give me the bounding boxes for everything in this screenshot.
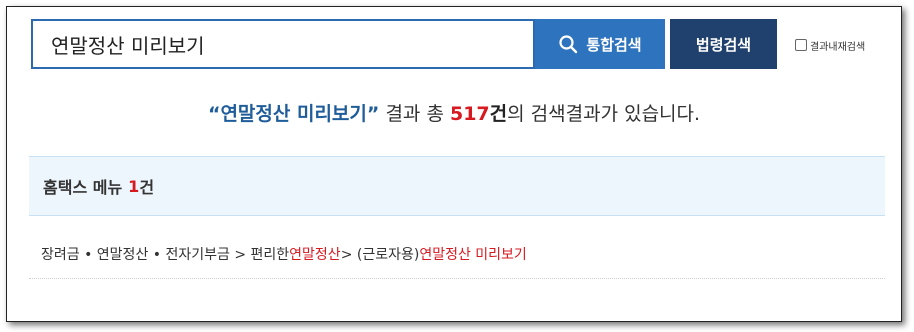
integrated-search-button[interactable]: 통합검색 [535, 19, 665, 69]
result-path-part2: > (근로자용) [340, 246, 420, 263]
summary-quote-open: “ [207, 103, 221, 125]
category-header-hometax-menu: 홈택스 메뉴 1건 [29, 156, 885, 216]
search-within-label: 결과내재검색 [810, 41, 866, 53]
search-input-box[interactable] [31, 19, 535, 69]
result-path-part1: 장려금 • 연말정산 • 전자기부금 > 편리한 [41, 246, 290, 263]
search-input[interactable] [33, 21, 533, 67]
result-item[interactable]: 장려금 • 연말정산 • 전자기부금 > 편리한 연말정산 > (근로자용) 연말… [29, 229, 885, 279]
category-count: 1 [128, 176, 140, 196]
search-within-checkbox[interactable] [795, 39, 807, 51]
result-path-highlight1[interactable]: 연말정산 [289, 244, 341, 264]
category-name: 홈택스 메뉴 [43, 178, 123, 197]
summary-count: 517 [449, 103, 490, 125]
result-path-highlight2[interactable]: 연말정산 미리보기 [419, 244, 527, 264]
summary-text-before: 결과 총 [379, 103, 450, 125]
law-search-label: 법령검색 [695, 35, 752, 54]
search-within-results[interactable]: 결과내재검색 [795, 37, 865, 53]
result-summary: “연말정산 미리보기” 결과 총 517건의 검색결과가 있습니다. [7, 99, 901, 126]
integrated-search-label: 통합검색 [586, 35, 642, 54]
summary-quote-close: ” [366, 103, 380, 125]
search-results-panel: 통합검색 법령검색 결과내재검색 “연말정산 미리보기” 결과 총 517건의 … [6, 6, 902, 322]
summary-query: 연말정산 미리보기 [220, 103, 367, 125]
summary-count-unit: 건 [489, 103, 508, 125]
search-icon [559, 35, 578, 54]
summary-text-after: 의 검색결과가 있습니다. [507, 103, 701, 125]
category-count-unit: 건 [139, 178, 155, 197]
law-search-button[interactable]: 법령검색 [670, 19, 777, 69]
